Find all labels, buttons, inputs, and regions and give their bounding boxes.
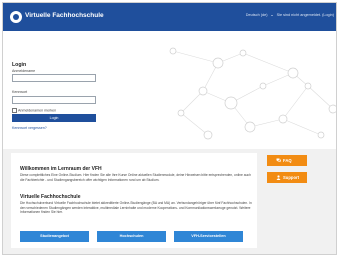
- vfh-paragraph: Die Hochschulverbund Virtuelle Fachhochs…: [20, 201, 252, 215]
- chat-bubbles-icon: [276, 158, 281, 163]
- site-title[interactable]: Virtuelle Fachhochschule: [25, 12, 104, 19]
- studienangebot-button[interactable]: Studienangebot: [20, 231, 89, 242]
- support-button[interactable]: Support: [267, 172, 307, 183]
- forgot-password-link[interactable]: Kennwort vergessen?: [12, 126, 47, 130]
- login-title: Login: [12, 62, 27, 68]
- password-label: Kennwort: [12, 90, 28, 94]
- remember-checkbox[interactable]: [12, 108, 17, 113]
- login-status-link[interactable]: Sie sind nicht angemeldet. (Login): [277, 13, 334, 17]
- password-field[interactable]: [12, 96, 96, 104]
- faq-button[interactable]: FAQ: [267, 155, 307, 166]
- top-right-menu: Deutsch (de) Sie sind nicht angemeldet. …: [240, 13, 334, 17]
- vfh-servicestellen-button[interactable]: VFH-Servicestellen: [174, 231, 243, 242]
- welcome-card: Willkommen im Lernraum der VFH Diese com…: [11, 153, 257, 248]
- browser-viewport: Virtuelle Fachhochschule Deutsch (de) Si…: [2, 2, 337, 255]
- remember-label: Anmeldenamen merken: [18, 108, 57, 113]
- faq-label: FAQ: [283, 158, 292, 163]
- language-label: Deutsch (de): [245, 13, 268, 17]
- vfh-logo-icon[interactable]: [10, 11, 22, 23]
- chevron-down-icon: [270, 14, 273, 16]
- welcome-paragraph: Diese complettliches Eine Online-Studium…: [20, 173, 251, 182]
- username-field[interactable]: [12, 74, 96, 82]
- login-button[interactable]: Login: [12, 114, 96, 122]
- welcome-heading: Willkommen im Lernraum der VFH: [20, 166, 102, 172]
- username-label: Anmeldename: [12, 69, 36, 73]
- user-icon: [276, 175, 281, 180]
- remember-username[interactable]: Anmeldenamen merken: [12, 108, 56, 113]
- support-label: Support: [283, 175, 300, 180]
- hochschulen-button[interactable]: Hochschulen: [97, 231, 166, 242]
- vfh-heading: Virtuelle Fachhochschule: [20, 194, 81, 200]
- top-navbar: Virtuelle Fachhochschule Deutsch (de) Si…: [3, 3, 336, 31]
- language-selector[interactable]: Deutsch (de): [243, 13, 273, 17]
- network-background-graphic: [169, 47, 336, 140]
- hero-section: Login Anmeldename Kennwort Anmeldenamen …: [3, 31, 336, 149]
